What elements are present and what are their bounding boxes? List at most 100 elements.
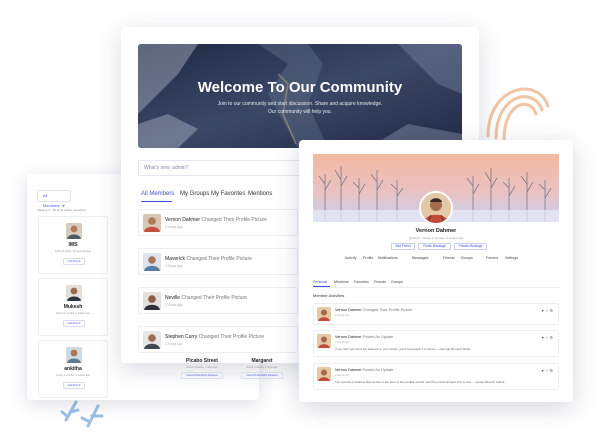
member-name: IMS bbox=[68, 242, 78, 248]
subtab-friends[interactable]: Friends bbox=[374, 280, 386, 284]
status-update-placeholder: What's new, admin? bbox=[144, 165, 189, 171]
member-meta: Active 4 months, 2 weeks ago bbox=[55, 374, 91, 377]
private-message-button[interactable]: Private Message bbox=[454, 243, 487, 250]
activity-author[interactable]: Maverick bbox=[165, 256, 185, 262]
subtab-mentions[interactable]: Mentions bbox=[334, 280, 349, 284]
activity-actions: ♥☆⚙ bbox=[541, 335, 554, 340]
tab-my-groups[interactable]: My Groups bbox=[180, 191, 209, 197]
member-name: Picabo Street bbox=[186, 358, 218, 364]
member-card: ankitha Active 4 months, 2 weeks ago Add… bbox=[38, 340, 108, 398]
activity-item: Vernon Dahmer Changed Their Profile Pict… bbox=[313, 303, 559, 325]
notifications-count-badge: 4 bbox=[378, 256, 380, 260]
avatar bbox=[317, 307, 331, 321]
activity-time: 2 Hours Ago bbox=[165, 225, 183, 229]
activity-item: Vernon Dahmer Changed Their Profile Pict… bbox=[138, 209, 298, 236]
avatar bbox=[66, 285, 82, 301]
profile-nav-label: Notifications bbox=[378, 256, 398, 260]
cancel-friendship-request-button[interactable]: Cancel Friendship Request bbox=[181, 372, 223, 379]
tab-all-members[interactable]: All Members bbox=[141, 191, 174, 197]
activity-author[interactable]: Vernon Dahmer bbox=[335, 368, 362, 372]
activity-actions: ♥☆⚙ bbox=[541, 368, 554, 373]
activity-text: Vernon Dahmer Changed Their Profile Pict… bbox=[335, 308, 412, 312]
activity-body: The optimist proclaims that we live in t… bbox=[335, 380, 505, 384]
active-subtab-underline bbox=[313, 286, 330, 287]
member-name: Mukesh bbox=[63, 304, 83, 310]
add-friend-button[interactable]: Add Friend bbox=[63, 320, 85, 327]
messages-count-badge: 5 bbox=[412, 256, 414, 260]
members-filter-select[interactable]: All Members ▾ bbox=[37, 190, 71, 208]
activity-body: If you can't get rid of the skeleton in … bbox=[335, 347, 471, 351]
member-profile-card: Vernon Dahmer @admin • Active 2 minutes,… bbox=[299, 140, 573, 402]
activity-action: Changed Their Profile Picture bbox=[186, 256, 252, 262]
add-friend-button[interactable]: Add Friend bbox=[63, 258, 85, 265]
member-meta: Active 4 weeks, 2 days ago bbox=[246, 366, 278, 369]
subtab-groups[interactable]: Groups bbox=[391, 280, 403, 284]
activity-text: Vernon Dahmer Posted An Update bbox=[335, 335, 393, 339]
cancel-friendship-request-button[interactable]: Cancel Friendship Request bbox=[241, 372, 283, 379]
active-tab-underline bbox=[141, 201, 172, 202]
member-name: ankitha bbox=[64, 366, 82, 372]
avatar bbox=[143, 292, 161, 310]
hero-subtitle: Join to our community and start discussi… bbox=[208, 100, 392, 116]
tab-mentions[interactable]: Mentions bbox=[248, 191, 272, 197]
gear-icon[interactable]: ⚙ bbox=[549, 335, 554, 340]
hero-subtitle-line-2: Our community will help you. bbox=[268, 109, 332, 115]
avatar bbox=[143, 214, 161, 232]
avatar bbox=[143, 253, 161, 271]
members-filter-label: All Members bbox=[43, 193, 60, 208]
avatar bbox=[317, 334, 331, 348]
activity-item: Stephen Curry Changed Their Profile Pict… bbox=[138, 326, 298, 353]
community-hero-banner: Welcome To Our Community Join to our com… bbox=[138, 44, 462, 148]
add-friend-button[interactable]: Add Friend bbox=[391, 243, 415, 250]
subtab-favorites[interactable]: Favorites bbox=[354, 280, 369, 284]
activity-time: 2 Hours Ago bbox=[165, 303, 183, 307]
profile-nav-label: Forums bbox=[486, 256, 499, 260]
activity-author[interactable]: Vernon Dahmer bbox=[335, 308, 362, 312]
members-count-text: Viewing 1 - 20 of 34 active members bbox=[37, 208, 86, 212]
activity-time: 2 Hours Ago bbox=[335, 314, 350, 317]
activity-text: Maverick Changed Their Profile Picture bbox=[165, 256, 252, 262]
activity-actions: ♥☆⚙ bbox=[541, 308, 554, 313]
activity-item: Vernon Dahmer Posted An Update 2 Hours A… bbox=[313, 330, 559, 357]
status-update-input[interactable]: What's new, admin? bbox=[138, 160, 318, 176]
gear-icon[interactable]: ⚙ bbox=[549, 368, 554, 373]
member-card: IMS Active 8 hours, 50 seconds ago Add F… bbox=[38, 216, 108, 274]
add-friend-button[interactable]: Add Friend bbox=[63, 382, 85, 389]
public-message-button[interactable]: Public Message bbox=[418, 243, 451, 250]
activity-author[interactable]: Vernon Dahmer bbox=[335, 335, 362, 339]
activity-author[interactable]: Vernon Dahmer bbox=[165, 217, 200, 223]
avatar bbox=[66, 347, 82, 363]
activity-item: Maverick Changed Their Profile Picture 2… bbox=[138, 248, 298, 275]
avatar bbox=[317, 367, 331, 381]
avatar bbox=[143, 331, 161, 349]
profile-name: Vernon Dahmer bbox=[415, 228, 457, 234]
avatar bbox=[66, 223, 82, 239]
activity-action: Changed Their Profile Picture bbox=[201, 217, 267, 223]
tab-my-favorites[interactable]: My Favorites bbox=[211, 191, 245, 197]
profile-nav-label: Settings bbox=[505, 256, 518, 260]
activity-author[interactable]: Stephen Curry bbox=[165, 334, 197, 340]
activity-time: 2 Hours Ago bbox=[165, 342, 183, 346]
activity-time: 2 Hours Ago bbox=[335, 374, 350, 377]
member-card: Mukesh Active 8 months, 2 weeks ago Add … bbox=[38, 278, 108, 336]
member-name: Margaret bbox=[251, 358, 273, 364]
hero-aerial-image bbox=[138, 44, 462, 148]
activity-text: Vernon Dahmer Changed Their Profile Pict… bbox=[165, 217, 267, 223]
gear-icon[interactable]: ⚙ bbox=[549, 308, 554, 313]
subtabs-divider bbox=[313, 287, 559, 288]
member-activities-title: Member Activities bbox=[313, 293, 345, 298]
profile-meta: @admin • Active 2 minutes, 2 weeks ago bbox=[408, 236, 464, 240]
activity-author[interactable]: Neville bbox=[165, 295, 180, 301]
activity-action: Changed Their Profile Picture bbox=[181, 295, 247, 301]
activity-item: Neville Changed Their Profile Picture 2 … bbox=[138, 287, 298, 314]
profile-avatar[interactable] bbox=[419, 191, 453, 225]
decorative-ring-graphic bbox=[486, 87, 550, 142]
activity-time: 2 Hours Ago bbox=[335, 341, 350, 344]
member-meta: Active 8 months, 2 weeks ago bbox=[55, 312, 91, 315]
activity-text: Vernon Dahmer Posted An Update bbox=[335, 368, 393, 372]
profile-nav-label: Friends bbox=[443, 256, 455, 260]
activity-action: Posted An Update bbox=[362, 335, 394, 339]
profile-nav-label: Profile bbox=[363, 256, 374, 260]
subtab-personal[interactable]: Personal bbox=[313, 280, 327, 284]
member-meta: Active 8 hours, 50 seconds ago bbox=[54, 250, 92, 253]
